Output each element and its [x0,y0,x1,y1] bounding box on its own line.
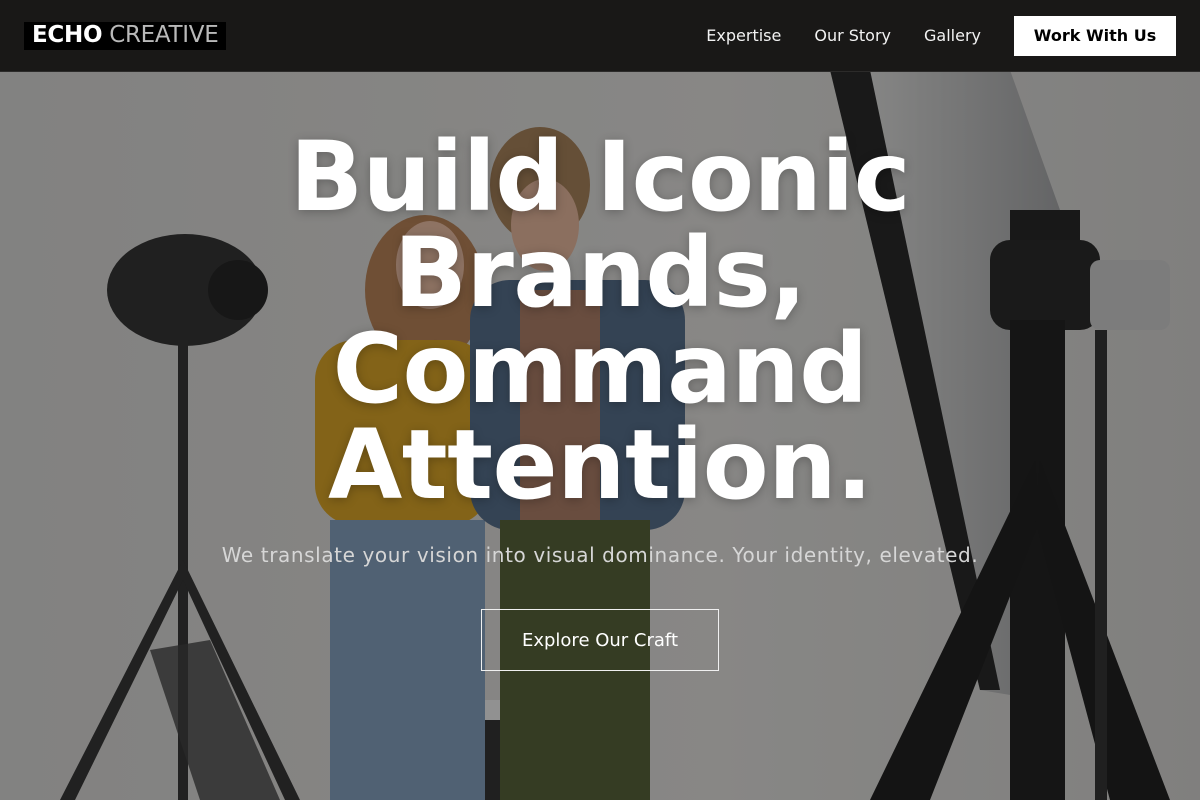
brand-logo[interactable]: ECHO CREATIVE [24,21,227,50]
work-with-us-button[interactable]: Work With Us [1014,15,1176,56]
hero-subheadline: We translate your vision into visual dom… [221,543,979,567]
brand-name-bold: ECHO [32,22,103,48]
nav-link-our-story[interactable]: Our Story [814,26,891,45]
nav-link-expertise[interactable]: Expertise [706,26,781,45]
brand-name-light: CREATIVE [109,22,219,48]
explore-craft-button[interactable]: Explore Our Craft [481,609,719,671]
nav-link-gallery[interactable]: Gallery [924,26,981,45]
hero-section: Build Iconic Brands, Command Attention. … [0,0,1200,800]
hero-headline: Build Iconic Brands, Command Attention. [289,121,911,521]
hero-content: Build Iconic Brands, Command Attention. … [0,72,1200,671]
main-nav: Expertise Our Story Gallery Work With Us [706,15,1176,56]
site-header: ECHO CREATIVE Expertise Our Story Galler… [0,0,1200,72]
